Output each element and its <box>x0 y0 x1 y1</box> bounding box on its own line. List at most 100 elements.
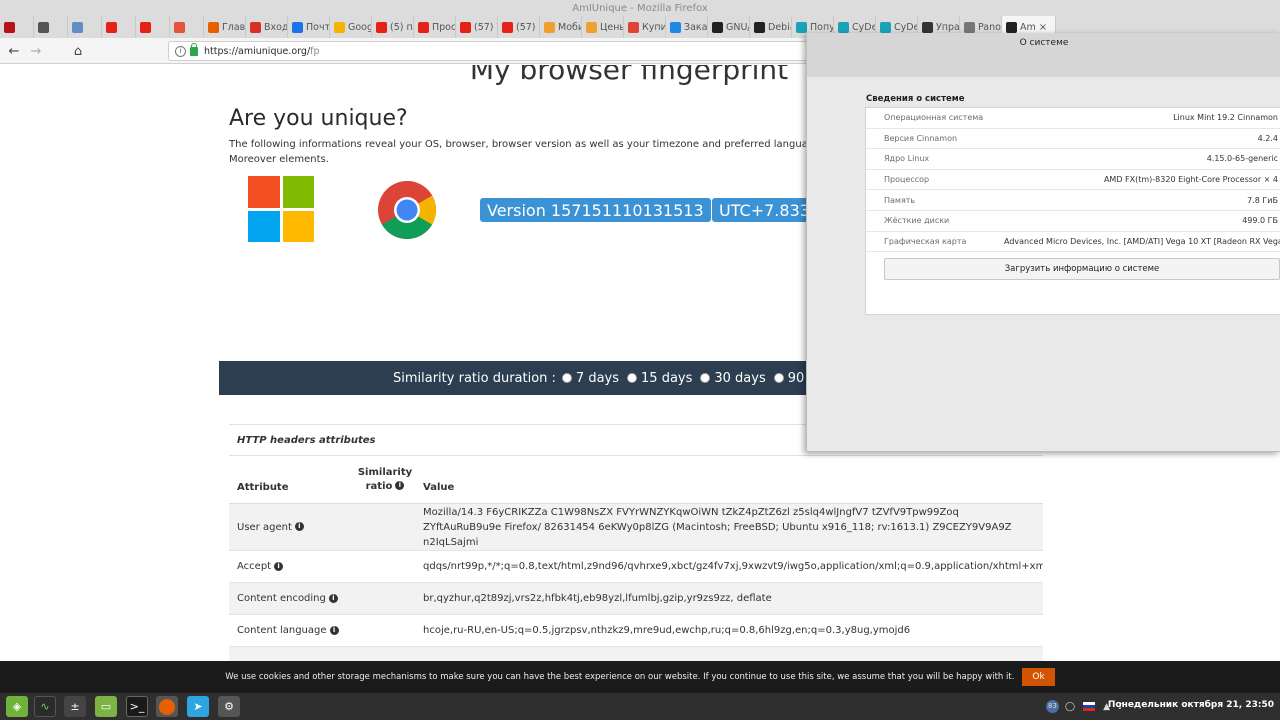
browser-tab[interactable]: Моби <box>540 16 582 38</box>
tab-label: GNU/L <box>726 21 749 33</box>
system-info-row: Жёсткие диски 499.0 ГБ <box>866 211 1280 232</box>
gnu-icon <box>712 21 723 33</box>
h-icon <box>72 21 83 33</box>
tab-label: Почта <box>306 21 330 33</box>
browser-tab[interactable]: GNU/L <box>708 16 750 38</box>
browser-tab[interactable]: Прост <box>414 16 456 38</box>
header-similarity: Similarity ratio i <box>357 466 413 492</box>
debian-icon <box>754 21 765 33</box>
browser-tab[interactable] <box>136 16 170 38</box>
browser-tab[interactable]: Купит <box>624 16 666 38</box>
attribute-label: Content language <box>237 625 327 636</box>
keyboard-layout-icon[interactable] <box>1083 702 1096 711</box>
duration-option-15[interactable]: 15 days <box>627 371 692 386</box>
files-icon[interactable]: ▭ <box>95 696 117 717</box>
system-info-window: О системе Сведения о системе Операционна… <box>806 33 1280 452</box>
tab-label: CyDec <box>894 21 917 33</box>
browser-tab[interactable] <box>170 16 204 38</box>
system-info-body: Сведения о системе Операционная система L… <box>807 77 1280 451</box>
browser-tab[interactable]: Debia <box>750 16 792 38</box>
settings-icon[interactable]: ⚙ <box>218 696 240 717</box>
table-row: User agent i Mozilla/14.3 F6yCRIKZZa C1W9… <box>229 504 1043 551</box>
info-icon[interactable]: i <box>294 522 304 531</box>
unique-heading: Are you unique? <box>229 106 408 131</box>
attribute-label: Content encoding <box>237 593 326 604</box>
google-icon <box>334 21 345 33</box>
site-info-icon[interactable]: i <box>175 45 186 57</box>
browser-tab[interactable] <box>102 16 136 38</box>
chrome-logo <box>378 181 436 239</box>
tab-label: Прост <box>432 21 456 33</box>
attribute-label: Accept <box>237 561 272 572</box>
system-info-row: Версия Cinnamon 4.2.4 <box>866 129 1280 150</box>
browser-tab[interactable]: (5) пр <box>372 16 414 38</box>
browser-tab[interactable] <box>34 16 68 38</box>
gmail-icon <box>250 21 261 33</box>
cookie-ok-button[interactable]: Ok <box>1022 668 1055 686</box>
url-bar[interactable]: i https://amiunique.org/fp <box>168 41 818 61</box>
browser-tab[interactable]: Цены <box>582 16 624 38</box>
tab-label: (57) Y <box>474 21 497 33</box>
youtube-icon <box>376 21 387 33</box>
system-info-titlebar[interactable]: О системе <box>807 33 1280 77</box>
close-tab-icon[interactable]: × <box>1039 22 1047 33</box>
url-host: https://amiunique.org/ <box>204 45 311 57</box>
home-icon[interactable]: ⌂ <box>68 41 88 61</box>
tab-label: Купит <box>642 21 665 33</box>
shield-icon[interactable]: ◯ <box>1065 702 1075 712</box>
header-value: Value <box>423 482 455 493</box>
firefox-icon[interactable] <box>156 696 178 717</box>
radio-icon[interactable] <box>773 373 784 383</box>
tab-label: Debia <box>768 21 791 33</box>
intro-text: The following informations reveal your O… <box>229 139 824 165</box>
update-badge[interactable]: 83 <box>1046 700 1059 713</box>
info-icon[interactable]: i <box>329 625 339 635</box>
table-row <box>229 647 1043 661</box>
tab-label: CyDec <box>852 21 875 33</box>
browser-tab[interactable]: (57) Н <box>498 16 540 38</box>
browser-tab[interactable]: Googl <box>330 16 372 38</box>
forward-arrow-icon[interactable]: → <box>26 41 46 61</box>
radio-icon[interactable] <box>627 373 638 383</box>
youtube-icon <box>106 21 117 33</box>
table-header: Attribute Similarity ratio i Value <box>229 456 1043 504</box>
tab-label: Am <box>1020 21 1036 33</box>
version-badge: Version 15715111013151​3 <box>480 198 711 222</box>
cydec-icon <box>880 21 891 33</box>
clock[interactable]: Понедельник октября 21, 23:50 <box>1108 700 1274 710</box>
header-attribute: Attribute <box>237 482 289 493</box>
youtube-icon <box>460 21 471 33</box>
browser-tab[interactable]: (57) Y <box>456 16 498 38</box>
upload-system-info-button[interactable]: Загрузить информацию о системе <box>884 258 1280 280</box>
browser-tab[interactable] <box>0 16 34 38</box>
back-arrow-icon[interactable]: ← <box>4 41 24 61</box>
info-icon[interactable]: i <box>328 593 338 603</box>
duration-option-7[interactable]: 7 days <box>561 371 619 386</box>
radio-icon[interactable] <box>561 373 572 383</box>
duration-option-30[interactable]: 30 days <box>700 371 766 386</box>
browser-tab[interactable]: Почта <box>288 16 330 38</box>
browser-tab[interactable]: Заказ <box>666 16 708 38</box>
attribute-value: Mozilla/14.3 F6yCRIKZZa C1W98NsZX FVYrWN… <box>423 506 1012 548</box>
tools-icon <box>38 21 49 33</box>
info-icon[interactable]: i <box>274 561 284 571</box>
amiunique-icon <box>1006 21 1017 33</box>
mint-menu-icon[interactable]: ◈ <box>6 696 28 717</box>
mail-icon <box>292 21 303 33</box>
system-monitor-icon[interactable]: ∿ <box>34 696 56 717</box>
tab-label: Моби <box>558 21 582 33</box>
url-path: fp <box>310 45 320 57</box>
terminal-icon[interactable]: >_ <box>126 696 148 717</box>
calculator-icon[interactable]: ± <box>64 696 86 717</box>
attribute-label: User agent <box>237 521 292 533</box>
radio-icon[interactable] <box>700 373 711 383</box>
browser-tab[interactable]: Входя <box>246 16 288 38</box>
system-info-row: Операционная система Linux Mint 19.2 Cinn… <box>866 108 1280 129</box>
browser-tab[interactable] <box>68 16 102 38</box>
browser-tab[interactable]: Главн <box>204 16 246 38</box>
telegram-icon[interactable]: ➤ <box>187 696 209 717</box>
pencil-icon <box>586 21 597 33</box>
tab-label: Входя <box>264 21 288 33</box>
puzzle-icon <box>922 21 933 33</box>
info-icon[interactable]: i <box>395 481 405 490</box>
